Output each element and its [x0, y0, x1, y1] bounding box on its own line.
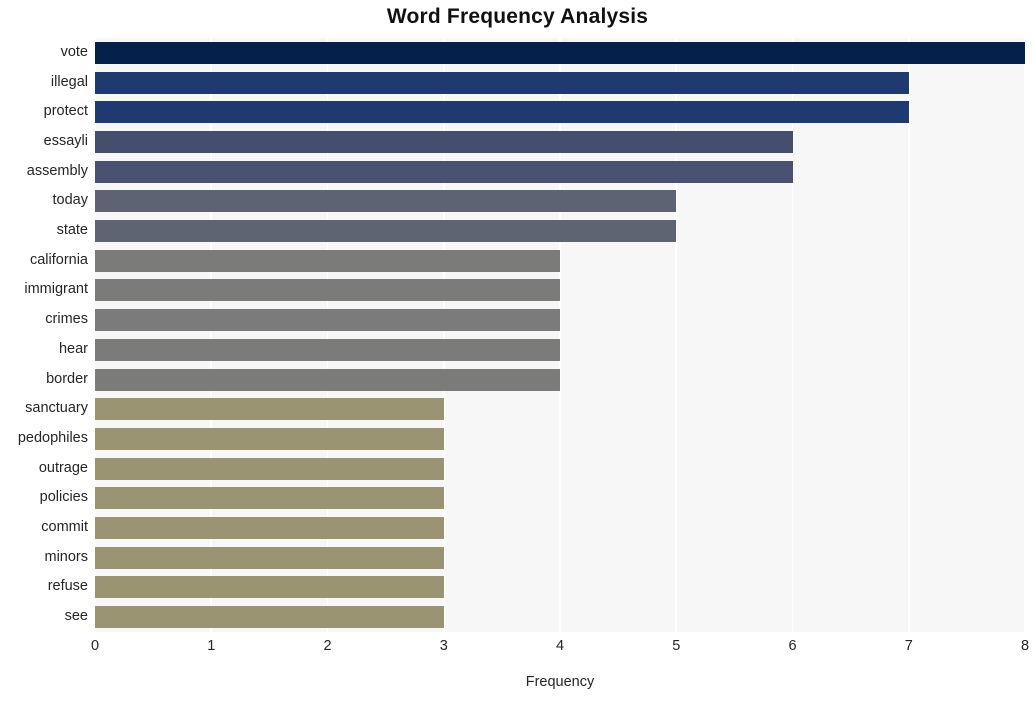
x-axis-title: Frequency — [525, 674, 595, 690]
y-tick-label-sanctuary: sanctuary — [25, 400, 88, 417]
bar-row — [95, 576, 1025, 599]
y-tick-label-policies: policies — [39, 489, 88, 506]
bar-row — [95, 309, 1025, 332]
y-tick-label-today: today — [52, 192, 88, 209]
x-tick-label-2: 2 — [323, 638, 332, 654]
bar-sanctuary — [95, 398, 444, 421]
bar-immigrant — [95, 279, 560, 302]
bar-see — [95, 606, 444, 629]
bar-vote — [95, 41, 1025, 64]
y-tick-label-crimes: crimes — [45, 311, 88, 328]
bar-hear — [95, 338, 560, 361]
y-tick-label-outrage: outrage — [38, 459, 88, 476]
bar-row — [95, 249, 1025, 272]
y-tick-label-protect: protect — [43, 103, 88, 120]
x-tick-label-3: 3 — [439, 638, 448, 654]
bar-row — [95, 606, 1025, 629]
bar-border — [95, 368, 560, 391]
bar-row — [95, 101, 1025, 124]
y-tick-label-hear: hear — [58, 340, 88, 357]
bar-pedophiles — [95, 427, 444, 450]
bar-outrage — [95, 457, 444, 480]
bar-row — [95, 546, 1025, 569]
x-tick-label-0: 0 — [90, 638, 100, 654]
bar-california — [95, 249, 560, 272]
bars-layer — [95, 38, 1025, 632]
bar-row — [95, 41, 1025, 64]
plot-area — [94, 38, 1026, 632]
y-tick-label-california: california — [29, 251, 88, 268]
y-tick-label-assembly: assembly — [26, 162, 88, 179]
bar-crimes — [95, 309, 560, 332]
bar-row — [95, 368, 1025, 391]
bar-row — [95, 190, 1025, 213]
bar-row — [95, 427, 1025, 450]
x-tick-label-8: 8 — [1020, 638, 1030, 654]
bar-illegal — [95, 71, 909, 94]
y-tick-label-refuse: refuse — [47, 578, 88, 595]
bar-state — [95, 220, 677, 243]
bar-commit — [95, 517, 444, 540]
word-frequency-chart-figure: Word Frequency Analysis vote illegal prote… — [0, 0, 1035, 701]
y-axis-tick-labels: vote illegal protect essayli assembly today st… — [0, 38, 88, 632]
bar-protect — [95, 101, 909, 124]
bar-row — [95, 398, 1025, 421]
bar-row — [95, 457, 1025, 480]
y-tick-label-commit: commit — [41, 519, 88, 536]
bar-refuse — [95, 576, 444, 599]
page-title: Word Frequency Analysis — [386, 5, 649, 28]
y-tick-label-minors: minors — [44, 548, 88, 565]
y-tick-label-see: see — [64, 608, 88, 625]
bar-minors — [95, 546, 444, 569]
y-tick-label-border: border — [46, 370, 88, 387]
x-tick-label-6: 6 — [788, 638, 797, 654]
x-tick-label-1: 1 — [207, 638, 216, 654]
y-tick-label-state: state — [56, 222, 88, 239]
bar-row — [95, 130, 1025, 153]
bar-assembly — [95, 160, 793, 183]
bar-row — [95, 487, 1025, 510]
y-tick-label-illegal: illegal — [50, 73, 88, 90]
bar-policies — [95, 487, 444, 510]
bar-row — [95, 517, 1025, 540]
bar-row — [95, 220, 1025, 243]
x-axis-tick-labels: 0 1 2 3 4 5 6 7 8 — [91, 632, 1029, 662]
bar-row — [95, 160, 1025, 183]
bar-row — [95, 279, 1025, 302]
bar-today — [95, 190, 677, 213]
x-tick-label-7: 7 — [904, 638, 913, 654]
x-tick-label-5: 5 — [672, 638, 681, 654]
y-tick-label-essayli: essayli — [43, 132, 88, 149]
y-tick-label-immigrant: immigrant — [24, 281, 88, 298]
bar-essayli — [95, 130, 793, 153]
x-tick-label-4: 4 — [555, 638, 565, 654]
bar-row — [95, 338, 1025, 361]
y-tick-label-pedophiles: pedophiles — [17, 429, 88, 446]
bar-row — [95, 71, 1025, 94]
y-tick-label-vote: vote — [60, 43, 88, 60]
